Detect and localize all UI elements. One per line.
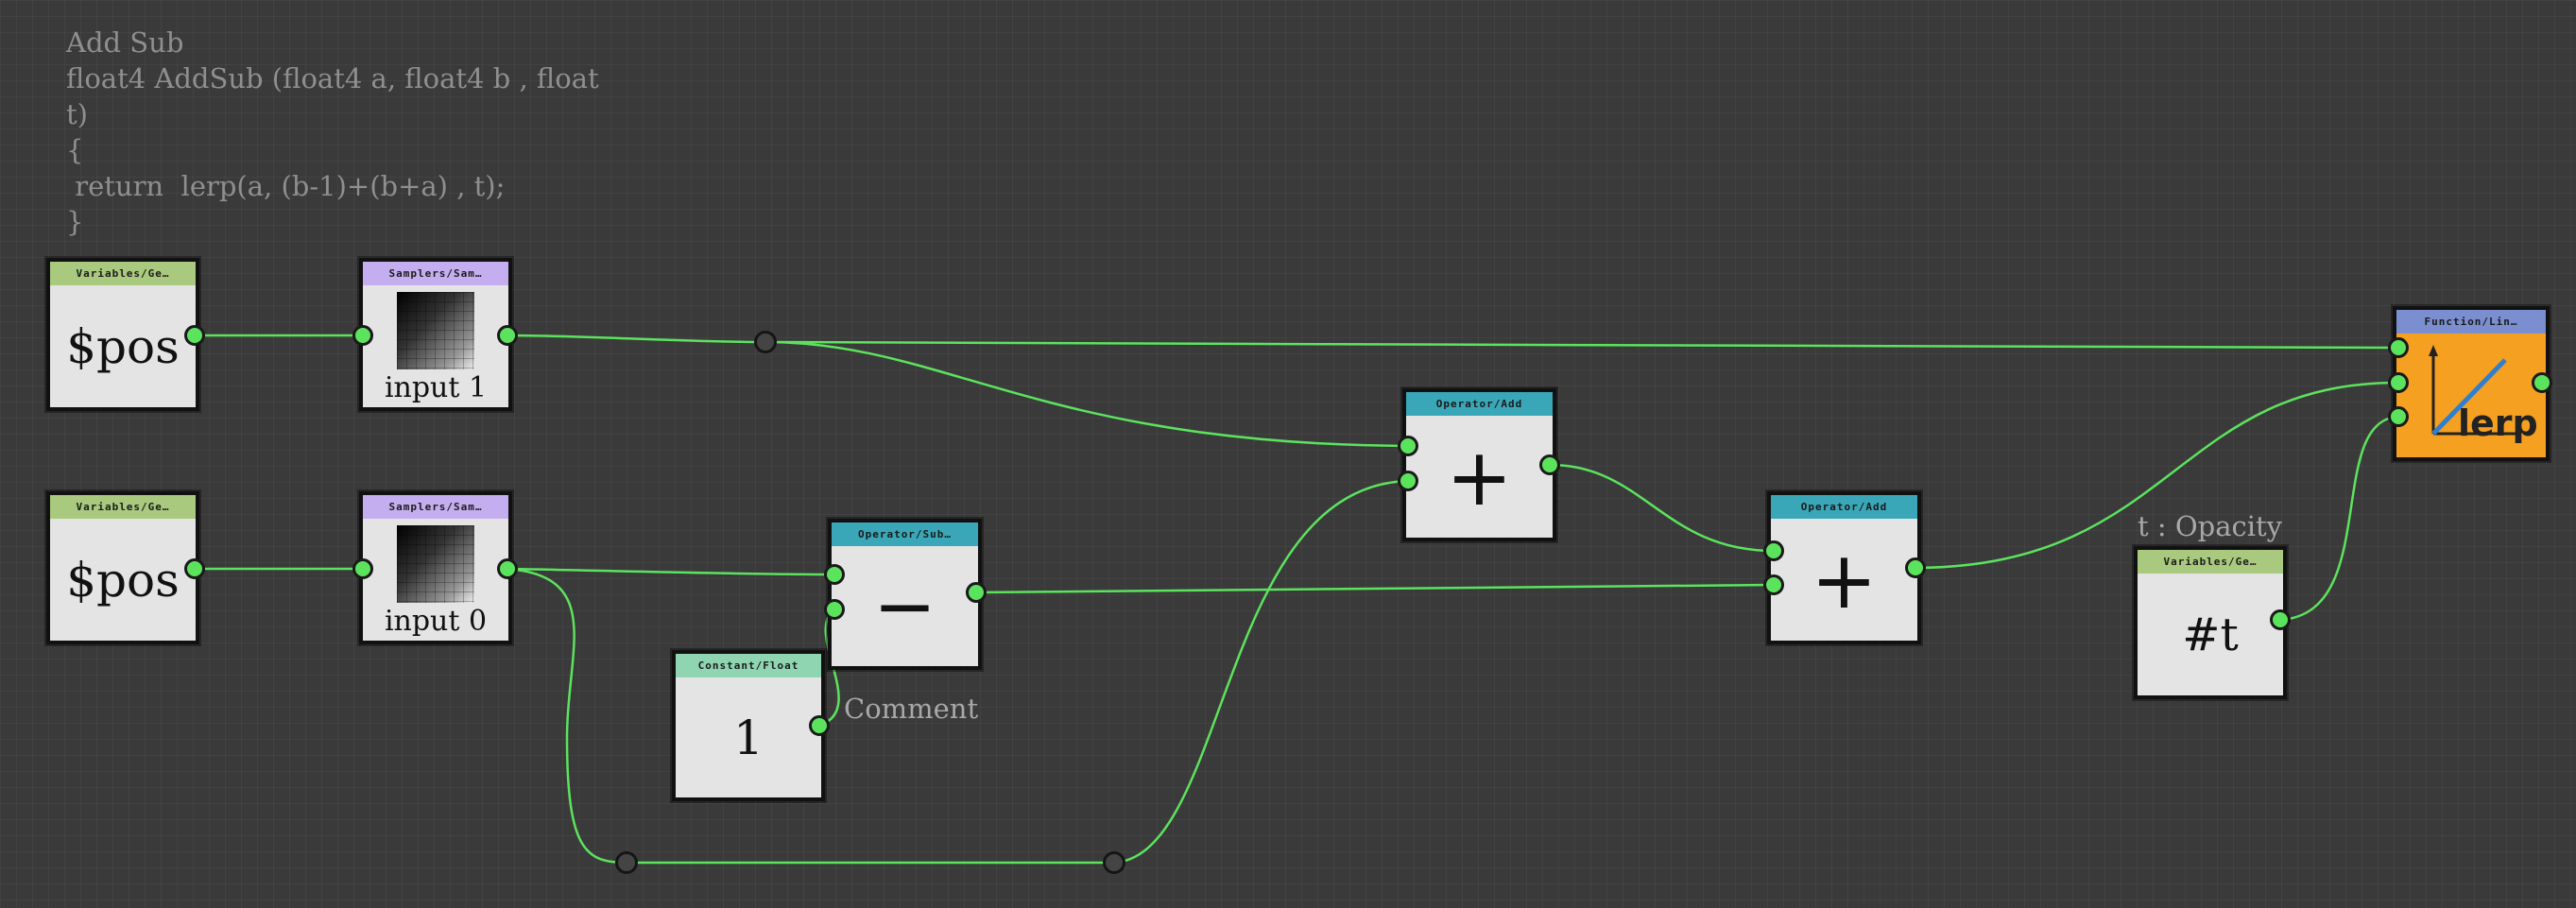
input-port-a[interactable] xyxy=(1398,436,1418,456)
reroute-point-top[interactable] xyxy=(754,331,777,353)
node-value: #t xyxy=(2182,608,2239,661)
texture-preview xyxy=(397,525,474,603)
sampler-label: input 0 xyxy=(384,605,488,638)
node-header: Function/Lin… xyxy=(2396,310,2546,334)
node-value: 1 xyxy=(733,710,764,765)
input-port[interactable] xyxy=(352,325,373,346)
input-port-b[interactable] xyxy=(1763,574,1784,595)
function-lerp-node[interactable]: Function/Lin… lerp xyxy=(2393,306,2550,461)
lerp-text: lerp xyxy=(2458,403,2537,444)
wire-reroute-to-add1-a xyxy=(764,340,1409,448)
comment-label: Comment xyxy=(844,693,979,725)
output-port[interactable] xyxy=(1539,454,1560,475)
output-port[interactable] xyxy=(184,325,205,346)
node-header: Variables/Ge… xyxy=(50,495,196,519)
t-opacity-label: t : Opacity xyxy=(2138,510,2283,542)
output-port[interactable] xyxy=(497,558,518,579)
operator-symbol: + xyxy=(1811,533,1878,626)
input-port-b[interactable] xyxy=(824,599,845,620)
output-port[interactable] xyxy=(184,558,205,579)
code-comment: Add Sub float4 AddSub (float4 a, float4 … xyxy=(66,26,599,238)
node-header: Operator/Add xyxy=(1406,392,1553,416)
texture-preview xyxy=(397,292,474,369)
node-header: Samplers/Sam… xyxy=(363,262,508,285)
lerp-body: lerp xyxy=(2396,334,2546,457)
node-header: Operator/Sub… xyxy=(832,523,978,546)
node-header: Constant/Float xyxy=(676,654,821,677)
wire-add1-to-add2-a xyxy=(1549,463,1775,553)
reroute-point-bottom-left[interactable] xyxy=(615,851,638,874)
input-port-a[interactable] xyxy=(2388,337,2409,358)
node-header: Variables/Ge… xyxy=(2138,550,2283,574)
input-port-b[interactable] xyxy=(2388,372,2409,393)
input-port-a[interactable] xyxy=(1763,540,1784,561)
input-port-a[interactable] xyxy=(824,564,845,585)
variables-t-node[interactable]: Variables/Ge… #t xyxy=(2134,546,2287,699)
sampler-node-bottom[interactable]: Samplers/Sam… input 0 xyxy=(359,491,512,644)
operator-sub-node[interactable]: Operator/Sub… − xyxy=(828,519,982,670)
variables-pos-node-bottom[interactable]: Variables/Ge… $pos xyxy=(46,491,199,644)
reroute-point-bottom-right[interactable] xyxy=(1103,851,1125,874)
lerp-icon: lerp xyxy=(2429,344,2537,444)
input-port-b[interactable] xyxy=(1398,471,1418,491)
operator-symbol: − xyxy=(872,562,937,650)
wire-sampler-bottom-to-sub-a xyxy=(507,567,835,576)
operator-add-node-1[interactable]: Operator/Add + xyxy=(1402,388,1556,541)
node-graph-canvas[interactable]: Add Sub float4 AddSub (float4 a, float4 … xyxy=(0,0,2576,908)
sampler-node-top[interactable]: Samplers/Sam… input 1 xyxy=(359,258,512,411)
node-header: Variables/Ge… xyxy=(50,262,196,285)
output-port[interactable] xyxy=(1905,557,1926,578)
wire-sub-to-add2-b xyxy=(975,583,1775,594)
node-header: Operator/Add xyxy=(1771,495,1917,519)
node-header: Samplers/Sam… xyxy=(363,495,508,519)
node-value: $pos xyxy=(66,552,180,608)
wire-sampler-top-to-reroute xyxy=(507,334,766,344)
node-value: $pos xyxy=(66,318,180,374)
output-port[interactable] xyxy=(2270,609,2291,630)
input-port-t[interactable] xyxy=(2388,406,2409,427)
wire-reroute-right-to-add1-b xyxy=(1113,479,1409,865)
sampler-body: input 0 xyxy=(363,519,508,641)
sampler-body: input 1 xyxy=(363,285,508,407)
wire-sampler-bottom-to-reroute-bottom xyxy=(507,567,627,865)
sampler-label: input 1 xyxy=(384,371,488,404)
input-port[interactable] xyxy=(352,558,373,579)
variables-pos-node-top[interactable]: Variables/Ge… $pos xyxy=(46,258,199,411)
output-port[interactable] xyxy=(809,715,830,736)
output-port[interactable] xyxy=(2532,372,2552,393)
output-port[interactable] xyxy=(966,582,987,603)
operator-symbol: + xyxy=(1446,430,1513,523)
output-port[interactable] xyxy=(497,325,518,346)
wire-t-to-lerp-t xyxy=(2279,415,2399,622)
wire-reroute-to-lerp-a xyxy=(764,340,2399,350)
operator-add-node-2[interactable]: Operator/Add + xyxy=(1767,491,1921,644)
constant-float-node[interactable]: Constant/Float 1 xyxy=(672,650,825,801)
